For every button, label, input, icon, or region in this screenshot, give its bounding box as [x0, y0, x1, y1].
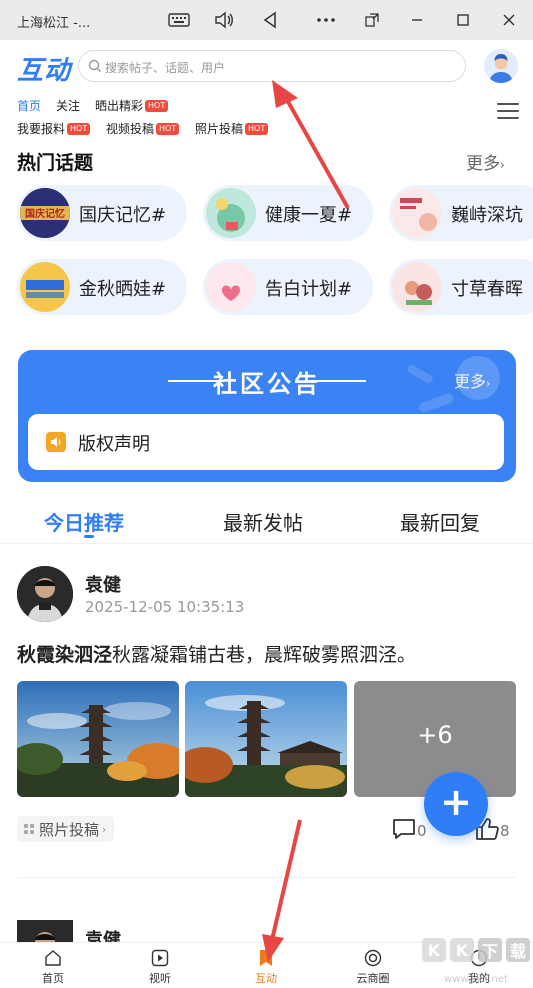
topic-chip[interactable]: 寸草春晖: [389, 259, 533, 315]
topic-chip[interactable]: 国庆记忆 国庆记忆#: [17, 185, 187, 241]
topic-thumb: [206, 262, 256, 312]
search-icon: [88, 59, 101, 72]
topic-label: 告白计划#: [265, 279, 353, 300]
topic-thumb: [392, 262, 442, 312]
play-icon: [151, 949, 169, 967]
topic-label: 巍峙深坑: [451, 205, 523, 226]
volume-icon[interactable]: [212, 8, 236, 32]
svg-text:下: 下: [482, 942, 498, 961]
channel-photo-submit[interactable]: 照片投稿 HOT: [195, 120, 269, 137]
user-avatar[interactable]: [484, 49, 518, 83]
topic-thumb: [20, 262, 70, 312]
window-titlebar: 上海松江 -...: [0, 0, 533, 40]
comment-count: 0: [417, 822, 427, 840]
divider: [0, 543, 533, 544]
topic-thumb: 国庆记忆: [20, 188, 70, 238]
search-placeholder: 搜索帖子、话题、用户: [105, 61, 226, 75]
topic-chip[interactable]: 金秋晒娃#: [17, 259, 187, 315]
close-icon[interactable]: [497, 8, 521, 32]
post-author-name[interactable]: 袁健: [85, 571, 121, 597]
svg-text:国庆记忆: 国庆记忆: [25, 207, 65, 220]
notice-more[interactable]: 更多›: [454, 368, 490, 392]
app-header: 互动 搜索帖子、话题、用户: [0, 40, 533, 92]
topic-chip[interactable]: 巍峙深坑: [389, 185, 533, 241]
comment-button[interactable]: 0: [391, 817, 427, 841]
topic-thumb: [206, 188, 256, 238]
shop-icon: [364, 949, 382, 967]
nav-interact[interactable]: 互动: [213, 943, 319, 988]
community-notice: 社区公告 更多› 版权声明: [18, 350, 516, 482]
notice-item-text: 版权声明: [78, 434, 150, 455]
window-title: 上海松江 -...: [17, 16, 91, 31]
create-post-button[interactable]: +: [424, 772, 488, 836]
topic-label: 寸草春晖: [451, 279, 523, 300]
topic-label: 金秋晒娃#: [79, 279, 167, 300]
keyboard-icon[interactable]: [167, 8, 191, 32]
post-image[interactable]: [185, 681, 347, 797]
home-icon: [45, 950, 61, 966]
app-root: 上海松江 -... 互动 搜索帖子、话题、用户 首页 关注 晒出精彩 HOT 我…: [0, 0, 533, 988]
speaker-icon: [46, 432, 66, 452]
minimize-icon[interactable]: [405, 8, 429, 32]
svg-text:www.kkx.net: www.kkx.net: [444, 974, 508, 985]
watermark-logo: K K 下 载 www.kkx.net: [422, 938, 530, 985]
back-icon[interactable]: [258, 8, 282, 32]
bookmark-icon: [260, 950, 272, 966]
svg-text:载: 载: [510, 942, 526, 961]
post-tag[interactable]: 照片投稿 ›: [17, 816, 115, 842]
search-input[interactable]: 搜索帖子、话题、用户: [78, 50, 466, 82]
channel-showcase[interactable]: 晒出精彩 HOT: [95, 97, 169, 114]
post-author-avatar[interactable]: [17, 566, 73, 622]
channel-bar: 首页 关注 晒出精彩 HOT 我要报料 HOT 视频投稿 HOT 照片投稿 HOT: [0, 94, 533, 138]
app-logo: 互动: [17, 56, 72, 86]
channel-report[interactable]: 我要报料 HOT: [17, 120, 91, 137]
more-icon[interactable]: [314, 8, 338, 32]
channel-video-submit[interactable]: 视频投稿 HOT: [106, 120, 180, 137]
tab-latest-replies[interactable]: 最新回复: [400, 507, 480, 536]
post-content[interactable]: 秋霞染泗泾秋露凝霜铺古巷，晨辉破雾照泗泾。: [17, 640, 416, 667]
hot-badge: HOT: [245, 123, 269, 135]
topic-label: 健康一夏#: [265, 205, 353, 226]
hot-topics-more[interactable]: 更多›: [466, 149, 505, 174]
grid-icon: [24, 824, 34, 834]
topic-thumb: [392, 188, 442, 238]
channel-home[interactable]: 首页: [17, 97, 41, 114]
hot-topics-title: 热门话题: [17, 152, 94, 174]
notice-item[interactable]: 版权声明: [28, 414, 504, 470]
topic-label: 国庆记忆#: [79, 205, 167, 226]
like-count: 8: [500, 822, 510, 840]
maximize-icon[interactable]: [451, 8, 475, 32]
comment-icon: [393, 819, 415, 839]
nav-shop[interactable]: 云商圈: [320, 943, 426, 988]
screen-rotate-icon[interactable]: [360, 8, 384, 32]
nav-home[interactable]: 首页: [0, 943, 106, 988]
svg-text:K: K: [428, 941, 441, 960]
hot-badge: HOT: [156, 123, 180, 135]
menu-icon[interactable]: [497, 103, 519, 121]
post-time: 2025-12-05 10:35:13: [85, 598, 245, 616]
channel-follow[interactable]: 关注: [56, 97, 80, 114]
svg-text:K: K: [456, 941, 469, 960]
topic-chip[interactable]: 告白计划#: [203, 259, 373, 315]
tab-indicator: [84, 535, 94, 538]
hot-badge: HOT: [145, 100, 169, 112]
nav-media[interactable]: 视听: [107, 943, 213, 988]
more-images-count: +6: [417, 721, 453, 749]
notice-title: 社区公告: [213, 370, 321, 398]
post-image[interactable]: [17, 681, 179, 797]
hot-badge: HOT: [67, 123, 91, 135]
divider: [17, 877, 516, 878]
tab-today-recommend[interactable]: 今日推荐: [44, 507, 124, 536]
tab-latest-posts[interactable]: 最新发帖: [223, 507, 303, 536]
topic-chip[interactable]: 健康一夏#: [203, 185, 373, 241]
